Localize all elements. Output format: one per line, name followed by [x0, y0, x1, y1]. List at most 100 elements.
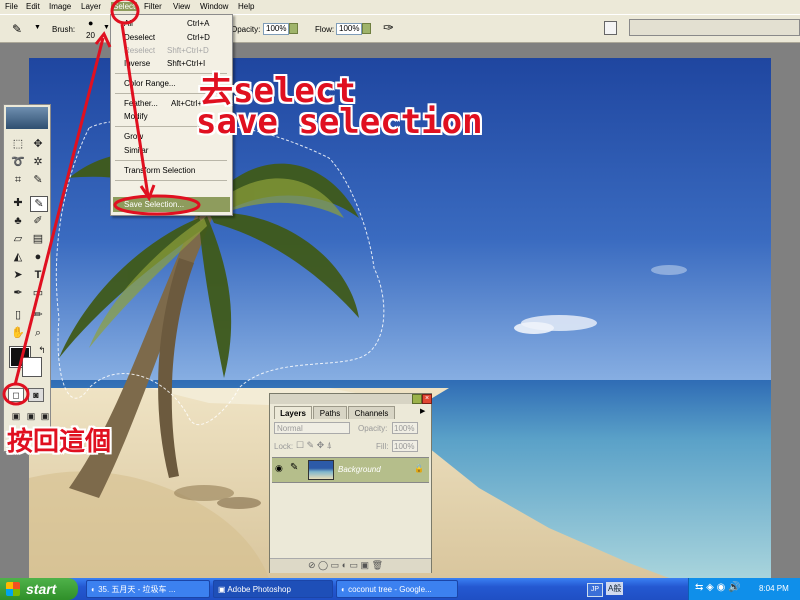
menu-layer[interactable]: Layer [81, 2, 101, 11]
menu-file[interactable]: File [5, 2, 18, 11]
language-indicator[interactable]: JP [587, 583, 603, 597]
start-button[interactable]: start [0, 578, 78, 600]
marquee-tool-icon[interactable]: ⬚ [10, 137, 26, 151]
notes-tool-icon[interactable]: ▯ [10, 308, 26, 322]
menu-item-inverse[interactable]: Inverse [124, 59, 150, 68]
firefox-icon: ◐ [341, 585, 346, 594]
menu-view[interactable]: View [173, 2, 190, 11]
menu-separator [115, 160, 227, 161]
path-selection-tool-icon[interactable]: ➤ [10, 268, 26, 282]
tab-paths[interactable]: Paths [313, 406, 347, 419]
menu-item-save-selection[interactable]: Save Selection... [124, 200, 184, 209]
menu-select[interactable]: Select [111, 2, 138, 11]
menu-item-reselect[interactable]: Reselect [124, 46, 155, 55]
shortcut-deselect: Ctrl+D [187, 33, 210, 42]
swap-colors-icon[interactable]: ↰ [34, 343, 50, 357]
lock-icons[interactable]: ☐ ✎ ✥ ⍋ [296, 440, 332, 451]
lock-label: Lock: [274, 442, 294, 451]
menu-item-all[interactable]: All [124, 19, 133, 28]
shortcut-all: Ctrl+A [187, 19, 210, 28]
taskbar-item-google[interactable]: ◐ coconut tree - Google... [336, 580, 458, 598]
brush-picker-arrow-icon[interactable]: ▼ [103, 24, 110, 31]
brush-tool-icon[interactable]: ✎ [30, 196, 48, 212]
slice-tool-icon[interactable]: ✎ [30, 173, 46, 187]
palette-well[interactable] [629, 19, 800, 36]
layers-palette: × Layers Paths Channels ▶ Normal Opacity… [269, 393, 432, 573]
minimize-icon[interactable] [412, 394, 422, 404]
blend-mode-select[interactable]: Normal [274, 422, 350, 434]
opacity-input[interactable]: 100% [263, 23, 289, 35]
flow-input[interactable]: 100% [336, 23, 362, 35]
shape-tool-icon[interactable]: ▭ [30, 286, 46, 300]
background-color-swatch[interactable] [22, 357, 42, 377]
history-brush-tool-icon[interactable]: ✐ [30, 214, 46, 228]
eye-icon[interactable]: ◉ [275, 463, 283, 474]
tray-icons[interactable]: ⇆ ◈ ◉ 🔊 [695, 582, 741, 593]
windows-logo-icon [6, 582, 20, 596]
tab-channels[interactable]: Channels [348, 406, 395, 419]
move-tool-icon[interactable]: ✥ [30, 137, 46, 151]
type-tool-icon[interactable]: T [30, 268, 46, 282]
link-brush-icon[interactable]: ✎ [290, 462, 298, 473]
menu-item-color-range[interactable]: Color Range... [124, 79, 176, 88]
healing-brush-tool-icon[interactable]: ✚ [10, 196, 26, 210]
tab-layers[interactable]: Layers [274, 406, 312, 419]
fill-label: Fill: [376, 442, 389, 451]
taskbar-item-label: Adobe Photoshop [227, 585, 291, 594]
taskbar-item-photoshop[interactable]: ▣ Adobe Photoshop [213, 580, 333, 598]
tool-preset-arrow-icon[interactable]: ▼ [34, 24, 41, 31]
palette-menu-arrow-icon[interactable]: ▶ [420, 407, 425, 415]
layer-thumbnail [308, 460, 334, 480]
menu-help[interactable]: Help [238, 2, 254, 11]
menu-filter[interactable]: Filter [144, 2, 162, 11]
flow-arrow[interactable] [362, 23, 371, 34]
ime-toolbar[interactable]: A般 [606, 582, 624, 595]
menu-window[interactable]: Window [200, 2, 228, 11]
taskbar-item-label: 35. 五月天 - 垃圾车 ... [98, 585, 176, 594]
airbrush-icon[interactable]: ✑ [383, 20, 394, 36]
menu-item-modify[interactable]: Modify [124, 112, 148, 121]
layer-opacity-input[interactable]: 100% [392, 422, 418, 434]
lasso-tool-icon[interactable]: ➰ [10, 155, 26, 169]
zoom-tool-icon[interactable]: ⌕ [30, 326, 46, 340]
taskbar-item-browser-music[interactable]: ◐ 35. 五月天 - 垃圾车 ... [86, 580, 210, 598]
hand-tool-icon[interactable]: ✋ [10, 326, 26, 340]
footer-icons[interactable]: ⊘ ◯ ▭ ◐ ▭ ▣ 🗑 [308, 560, 383, 571]
menu-item-transform-selection[interactable]: Transform Selection [124, 166, 195, 175]
menu-item-grow[interactable]: Grow [124, 132, 143, 141]
brush-tool-icon[interactable]: ✎ [12, 22, 22, 36]
layer-row-background[interactable]: ◉ ✎ Background 🔒 [272, 457, 429, 483]
menu-item-deselect[interactable]: Deselect [124, 33, 155, 42]
gradient-tool-icon[interactable]: ▤ [30, 232, 46, 246]
start-label: start [26, 581, 57, 597]
magic-wand-tool-icon[interactable]: ✲ [30, 155, 46, 169]
brush-size-value[interactable]: 20 [86, 31, 95, 40]
layer-name[interactable]: Background [338, 465, 381, 474]
pen-tool-icon[interactable]: ✒ [10, 286, 26, 300]
clone-stamp-tool-icon[interactable]: ♣ [10, 214, 26, 228]
system-tray: ⇆ ◈ ◉ 🔊 8:04 PM [688, 578, 800, 600]
file-browser-icon[interactable] [604, 21, 617, 35]
lock-icon: 🔒 [414, 464, 424, 473]
shortcut-reselect: Shft+Ctrl+D [167, 46, 209, 55]
opacity-arrow[interactable] [289, 23, 298, 34]
menu-bar: File Edit Image Layer Select Filter View… [0, 0, 800, 14]
ime-mode[interactable]: A般 [608, 584, 621, 593]
standard-mode-button[interactable]: ◻ [8, 388, 24, 402]
quick-mask-mode-button[interactable]: ◙ [28, 388, 44, 402]
menu-item-similar[interactable]: Similar [124, 146, 148, 155]
photoshop-logo [6, 107, 48, 129]
menu-image[interactable]: Image [49, 2, 71, 11]
dodge-tool-icon[interactable]: ● [30, 250, 46, 264]
fill-input[interactable]: 100% [392, 440, 418, 452]
clock[interactable]: 8:04 PM [759, 584, 789, 593]
menu-item-feather[interactable]: Feather... [124, 99, 158, 108]
blur-tool-icon[interactable]: ◭ [10, 250, 26, 264]
close-icon[interactable]: × [422, 394, 432, 404]
brush-dot-icon[interactable]: ● [88, 18, 93, 28]
taskbar: start ◐ 35. 五月天 - 垃圾车 ... ▣ Adobe Photos… [0, 578, 800, 600]
crop-tool-icon[interactable]: ⌗ [10, 173, 26, 187]
eyedropper-tool-icon[interactable]: ✏ [30, 308, 46, 322]
menu-edit[interactable]: Edit [26, 2, 40, 11]
eraser-tool-icon[interactable]: ▱ [10, 232, 26, 246]
